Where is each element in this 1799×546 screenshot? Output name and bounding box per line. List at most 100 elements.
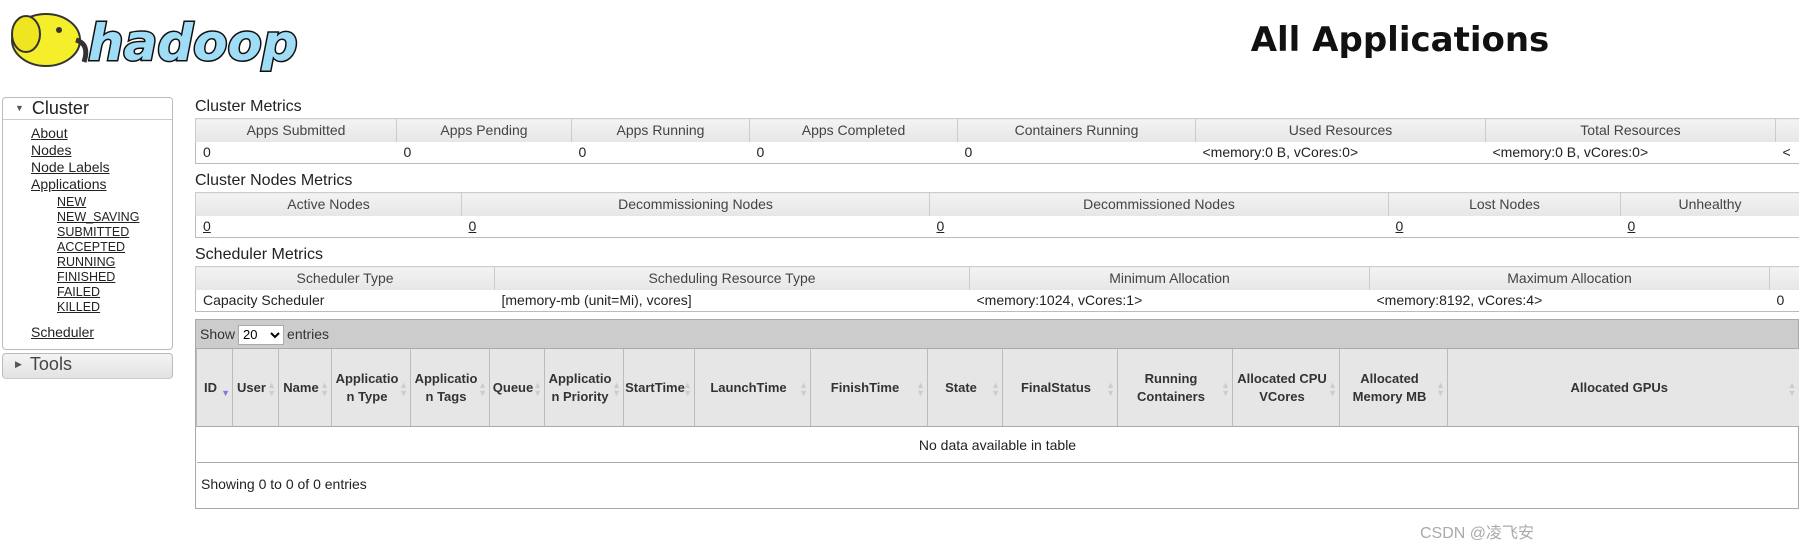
link-active-nodes[interactable]: 0 — [203, 218, 211, 234]
header-more — [1769, 266, 1799, 290]
sort-icon: ▲ ▼ — [612, 380, 621, 398]
column-header-queue[interactable]: Queue ▲ ▼ — [489, 348, 545, 427]
column-header-user[interactable]: User ▲ ▼ — [232, 348, 279, 427]
sort-icon: ▲ ▼ — [1436, 380, 1445, 398]
sort-icon: ▲ ▼ — [799, 380, 808, 398]
sort-icon: ▲ ▼ — [1221, 380, 1230, 398]
caret-right-icon: ▶ — [15, 359, 22, 369]
column-header-application-tags[interactable]: Application Tags ▲ ▼ — [410, 348, 490, 427]
empty-table-message: No data available in table — [196, 426, 1799, 463]
header-apps-completed: Apps Completed — [749, 118, 958, 142]
nav-state-failed[interactable]: FAILED — [57, 285, 100, 300]
nav-state-finished[interactable]: FINISHED — [57, 270, 115, 285]
column-header-allocated-cpu-vcores[interactable]: Allocated CPU VCores ▲ ▼ — [1232, 348, 1340, 427]
main-content: Cluster Metrics Apps Submitted Apps Pend… — [195, 96, 1799, 509]
header-apps-running: Apps Running — [571, 118, 750, 142]
column-label: StartTime — [625, 379, 685, 395]
header-apps-pending: Apps Pending — [396, 118, 572, 142]
column-header-id[interactable]: ID ▼ — [196, 348, 233, 427]
applications-table-wrapper: Show 20 entries ID ▼ User ▲ ▼ Name ▲ ▼ Application… — [195, 319, 1799, 509]
sort-icon: ▲ ▼ — [320, 380, 329, 398]
column-header-finalstatus[interactable]: FinalStatus ▲ ▼ — [1002, 348, 1118, 427]
column-header-application-priority[interactable]: Application Priority ▲ ▼ — [544, 348, 624, 427]
column-header-allocated-gpus[interactable]: Allocated GPUs ▲ ▼ — [1447, 348, 1799, 427]
sort-icon: ▲ ▼ — [683, 380, 692, 398]
nav-about[interactable]: About — [31, 125, 68, 142]
applications-table: ID ▼ User ▲ ▼ Name ▲ ▼ Application Type ▲ ▼ Applica… — [196, 348, 1799, 463]
sort-icon: ▲ ▼ — [1787, 380, 1797, 398]
column-header-application-type[interactable]: Application Type ▲ ▼ — [331, 348, 411, 427]
link-decommissioned-nodes[interactable]: 0 — [937, 218, 945, 234]
value-more: 0 — [1776, 292, 1785, 309]
cluster-metrics-table: Apps Submitted Apps Pending Apps Running… — [195, 118, 1799, 164]
nav-applications[interactable]: Applications — [31, 176, 107, 193]
sort-icon: ▲ ▼ — [478, 380, 487, 398]
header-maximum-allocation: Maximum Allocation — [1369, 266, 1770, 290]
header-apps-submitted: Apps Submitted — [195, 118, 397, 142]
column-label: Allocated GPUs — [1570, 379, 1669, 395]
cluster-metrics-title: Cluster Metrics — [195, 98, 302, 115]
nodes-metrics-title: Cluster Nodes Metrics — [195, 172, 353, 189]
header-containers-running: Containers Running — [957, 118, 1196, 142]
column-label: Application Type — [335, 370, 399, 404]
column-label: Application Priority — [548, 370, 612, 404]
nav-state-submitted[interactable]: SUBMITTED — [57, 225, 129, 240]
header-lost-nodes: Lost Nodes — [1388, 192, 1621, 216]
nav-scheduler[interactable]: Scheduler — [31, 324, 94, 341]
column-header-finishtime[interactable]: FinishTime ▲ ▼ — [810, 348, 928, 427]
column-header-allocated-memory-mb[interactable]: Allocated Memory MB ▲ ▼ — [1339, 348, 1448, 427]
column-header-running-containers[interactable]: Running Containers ▲ ▼ — [1117, 348, 1233, 427]
column-header-starttime[interactable]: StartTime ▲ ▼ — [623, 348, 695, 427]
column-label: State — [945, 379, 977, 395]
header-minimum-allocation: Minimum Allocation — [969, 266, 1370, 290]
column-header-state[interactable]: State ▲ ▼ — [927, 348, 1003, 427]
cluster-toggle[interactable]: ▼ Cluster — [3, 98, 172, 120]
column-label: Allocated Memory MB — [1352, 370, 1427, 404]
link-decommissioning-nodes[interactable]: 0 — [469, 218, 477, 234]
sort-icon: ▲ ▼ — [1328, 380, 1337, 398]
caret-down-icon: ▼ — [15, 103, 24, 113]
header-used-resources: Used Resources — [1195, 118, 1486, 142]
sort-desc-icon: ▼ — [221, 388, 230, 398]
sort-icon: ▲ ▼ — [1106, 380, 1115, 398]
nav-node-labels[interactable]: Node Labels — [31, 159, 110, 176]
header-scheduling-resource-type: Scheduling Resource Type — [494, 266, 970, 290]
header-active-nodes: Active Nodes — [195, 192, 462, 216]
sort-icon: ▲ ▼ — [267, 380, 276, 398]
value-apps-pending: 0 — [403, 144, 412, 161]
value-scheduling-resource-type: [memory-mb (unit=Mi), vcores] — [501, 292, 692, 309]
column-label: FinalStatus — [1020, 379, 1092, 395]
nav-state-running[interactable]: RUNNING — [57, 255, 115, 270]
column-label: FinishTime — [830, 379, 900, 395]
nav-state-killed[interactable]: KILLED — [57, 300, 100, 315]
column-header-name[interactable]: Name ▲ ▼ — [278, 348, 332, 427]
column-label: Running Containers — [1137, 370, 1205, 404]
nav-nodes[interactable]: Nodes — [31, 142, 71, 159]
watermark: CSDN @凌飞安 — [1420, 525, 1535, 542]
svg-text:hadoop: hadoop — [88, 14, 298, 72]
column-label: LaunchTime — [710, 379, 787, 395]
show-label: Show — [200, 326, 236, 342]
entries-label: entries — [287, 326, 330, 342]
column-header-launchtime[interactable]: LaunchTime ▲ ▼ — [694, 348, 811, 427]
page-title: All Applications — [1250, 20, 1550, 60]
value-minimum-allocation: <memory:1024, vCores:1> — [976, 292, 1143, 309]
value-total-resources: <memory:0 B, vCores:0> — [1492, 144, 1649, 161]
scheduler-metrics-title: Scheduler Metrics — [195, 246, 324, 263]
header-more — [1775, 118, 1799, 142]
header-decommissioning-nodes: Decommissioning Nodes — [461, 192, 930, 216]
link-unhealthy-nodes[interactable]: 0 — [1628, 218, 1636, 234]
nav-state-accepted[interactable]: ACCEPTED — [57, 240, 125, 255]
page-size-select[interactable]: 20 — [238, 324, 285, 345]
value-apps-submitted: 0 — [203, 144, 211, 161]
link-lost-nodes[interactable]: 0 — [1396, 218, 1404, 234]
sidebar: ▼ Cluster About Nodes Node Labels Applica… — [2, 97, 173, 379]
column-label: Name — [283, 379, 319, 395]
sort-icon: ▲ ▼ — [916, 380, 925, 398]
nav-state-new-saving[interactable]: NEW_SAVING — [57, 210, 139, 225]
header-decommissioned-nodes: Decommissioned Nodes — [929, 192, 1389, 216]
nav-state-new[interactable]: NEW — [57, 195, 86, 210]
sort-icon: ▲ ▼ — [533, 380, 542, 398]
header-total-resources: Total Resources — [1485, 118, 1776, 142]
tools-toggle[interactable]: ▶ Tools — [2, 353, 173, 379]
